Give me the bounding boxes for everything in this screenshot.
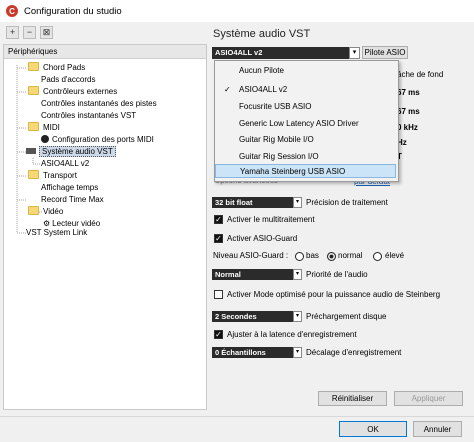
chevron-down-icon[interactable]: ▾ [349,47,360,59]
chevron-down-icon[interactable]: ▾ [293,197,302,208]
audio-device-icon [26,148,36,154]
tree-item-transport[interactable]: Transport [28,170,77,182]
asio-guard-level-label: Niveau ASIO-Guard : [213,251,289,260]
dropdown-item[interactable]: Guitar Rig Session I/O [215,150,396,164]
audio-priority-select[interactable]: Normal [212,269,302,280]
radio-eleve-label: élevé [385,251,405,260]
asio-driver-select[interactable]: ASIO4ALL v2 [212,47,360,59]
asio-guard-label: Activer ASIO-Guard [227,234,298,243]
tree-item-controles-vst[interactable]: Contrôles instantanés VST [41,110,136,122]
dropdown-item-selected[interactable]: ✓ ASIO4ALL v2 [215,83,396,97]
tree-item-chord-pads[interactable]: Chord Pads [28,62,85,74]
reset-button[interactable]: Réinitialiser [318,391,387,406]
input-latency-value: 67 ms [397,88,420,97]
page-title: Système audio VST [213,28,311,40]
tree-item-vst-system-link[interactable]: VST System Link [26,227,87,239]
tree-toolbar: + − ⊠ [6,26,53,39]
radio-bas-label: bas [306,251,319,260]
footer-divider [0,416,474,417]
steinberg-power-label: Activer Mode optimisé pour la puissance … [227,290,441,299]
cubase-app-icon: C [6,5,18,17]
record-offset-label: Décalage d'enregistrement [306,348,402,357]
asio-guard-checkbox[interactable]: ✓ [214,234,223,243]
precision-label: Précision de traitement [306,198,388,207]
chevron-down-icon[interactable]: ▾ [293,347,302,358]
chevron-down-icon[interactable]: ▾ [293,269,302,280]
folder-icon [28,86,39,95]
disk-preload-select[interactable]: 2 Secondes [212,311,302,322]
tree-item-controles-pistes[interactable]: Contrôles instantanés des pistes [41,98,157,110]
folder-icon [28,170,39,179]
tree-item-controleurs-externes[interactable]: Contrôleurs externes [28,86,117,98]
adjust-latency-checkbox[interactable]: ✓ [214,330,223,339]
multithread-checkbox[interactable]: ✓ [214,215,223,224]
tree-header: Périphériques [4,45,206,59]
add-device-button[interactable]: + [6,26,19,39]
driver-dropdown-menu: Aucun Pilote ✓ ASIO4ALL v2 Focusrite USB … [214,60,399,182]
device-tree: Périphériques Chord Pads Pads d'accords [3,44,207,410]
radio-eleve[interactable] [373,252,382,261]
tree-item-midi-ports[interactable]: Configuration des ports MIDI [41,134,154,146]
precision-select[interactable]: 32 bit float [212,197,302,208]
title-bar: C Configuration du studio [0,0,474,22]
tree-item-asio4all[interactable]: ASIO4ALL v2 [41,158,89,170]
dropdown-item[interactable]: Focusrite USB ASIO [215,100,396,114]
window-title: Configuration du studio [24,5,122,17]
adjust-latency-label: Ajuster à la latence d'enregistrement [227,330,357,339]
radio-bas[interactable] [295,252,304,261]
studio-config-window: C Configuration du studio + − ⊠ Périphér… [0,0,474,442]
sample-rate-value: 0 kHz [397,123,418,132]
check-icon: ✓ [224,85,231,94]
tree-item-affichage-temps[interactable]: Affichage temps [41,182,98,194]
tree-item-midi[interactable]: MIDI [28,122,60,134]
radio-normal[interactable] [327,252,336,261]
background-task-label: âche de fond [397,70,444,79]
pilote-asio-button[interactable]: Pilote ASIO [362,46,408,59]
record-offset-select[interactable]: 0 Échantillons [212,347,302,358]
folder-icon [28,206,39,215]
multithread-label: Activer le multitraitement [227,215,315,224]
remove-device-button[interactable]: − [23,26,36,39]
dropdown-item[interactable]: Guitar Rig Mobile I/O [215,133,396,147]
dropdown-item[interactable]: Aucun Pilote [215,64,396,78]
midi-port-icon [41,135,49,143]
cancel-button[interactable]: Annuler [413,421,462,437]
tree-item-video[interactable]: Vidéo [28,206,63,218]
dropdown-item-highlighted[interactable]: Yamaha Steinberg USB ASIO [215,164,396,178]
output-latency-value: 67 ms [397,107,420,116]
tree-item-systeme-audio-vst[interactable]: Système audio VST [26,146,116,158]
dropdown-item[interactable]: Generic Low Latency ASIO Driver [215,117,396,131]
audio-priority-label: Priorité de l'audio [306,270,368,279]
chevron-down-icon[interactable]: ▾ [293,311,302,322]
disk-preload-label: Préchargement disque [306,312,387,321]
folder-icon [28,62,39,71]
tree-item-record-time-max[interactable]: Record Time Max [41,194,104,206]
ok-button[interactable]: OK [339,421,407,437]
folder-icon [28,122,39,131]
reset-device-button[interactable]: ⊠ [40,26,53,39]
apply-button[interactable]: Appliquer [394,391,463,406]
radio-normal-label: normal [338,251,363,260]
steinberg-power-checkbox[interactable] [214,290,223,299]
tree-item-pads-accords[interactable]: Pads d'accords [41,74,95,86]
